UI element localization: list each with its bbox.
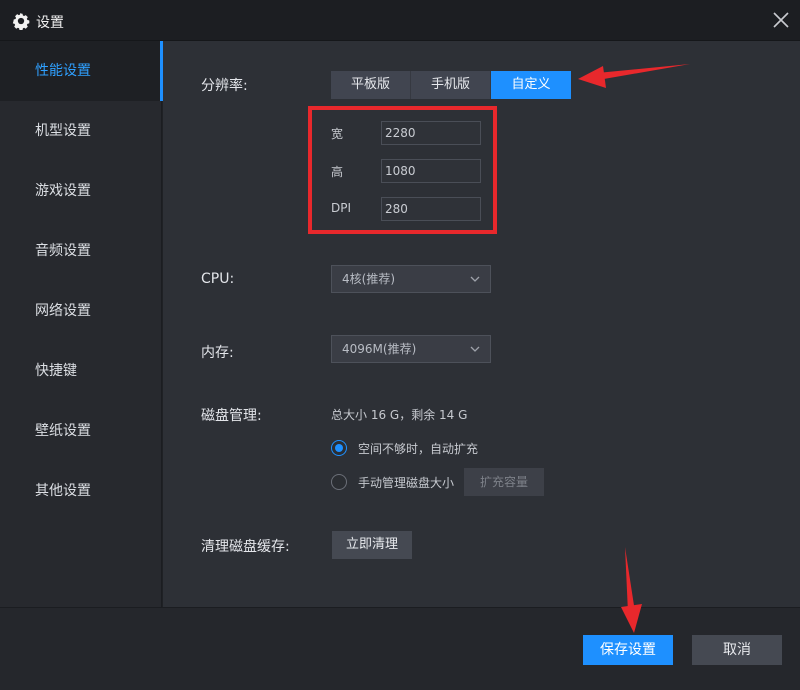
disk-info: 总大小 16 G，剩余 14 G <box>331 408 468 422</box>
expand-capacity-button[interactable]: 扩充容量 <box>464 468 544 496</box>
memory-select-value: 4096M(推荐) <box>342 342 417 356</box>
memory-select[interactable]: 4096M(推荐) <box>331 335 491 363</box>
height-input[interactable] <box>381 159 481 183</box>
dialog-footer: 保存设置 取消 <box>0 607 800 690</box>
cpu-select[interactable]: 4核(推荐) <box>331 265 491 293</box>
width-label: 宽 <box>331 127 344 141</box>
resolution-label: 分辨率: <box>201 78 248 94</box>
resolution-selector: 平板版 手机版 自定义 <box>331 71 571 99</box>
height-label: 高 <box>331 165 344 179</box>
sidebar-item-network[interactable]: 网络设置 <box>0 281 162 341</box>
disk-auto-expand-radio[interactable] <box>331 440 347 456</box>
cancel-button[interactable]: 取消 <box>692 635 782 665</box>
disk-label: 磁盘管理: <box>201 408 262 424</box>
resolution-option-phone[interactable]: 手机版 <box>411 71 491 99</box>
cpu-label: CPU: <box>201 271 235 287</box>
clear-cache-label: 清理磁盘缓存: <box>201 539 290 555</box>
chevron-down-icon <box>470 276 480 282</box>
sidebar-item-device-model[interactable]: 机型设置 <box>0 101 162 161</box>
cpu-select-value: 4核(推荐) <box>342 272 395 286</box>
gear-icon <box>12 12 30 30</box>
width-input[interactable] <box>381 121 481 145</box>
window-title: 设置 <box>36 15 64 31</box>
sidebar-item-shortcuts[interactable]: 快捷键 <box>0 341 162 401</box>
close-icon[interactable] <box>772 11 790 29</box>
sidebar-item-performance[interactable]: 性能设置 <box>0 41 163 101</box>
dpi-input[interactable] <box>381 197 481 221</box>
title-bar: 设置 <box>0 0 800 41</box>
disk-auto-expand-label: 空间不够时，自动扩充 <box>358 442 479 456</box>
sidebar-item-other[interactable]: 其他设置 <box>0 461 162 521</box>
sidebar-item-game[interactable]: 游戏设置 <box>0 161 162 221</box>
resolution-option-tablet[interactable]: 平板版 <box>331 71 411 99</box>
disk-manual-label: 手动管理磁盘大小 <box>358 476 455 490</box>
clear-cache-button[interactable]: 立即清理 <box>332 531 412 559</box>
settings-sidebar: 性能设置 机型设置 游戏设置 音频设置 网络设置 快捷键 壁纸设置 其他设置 <box>0 41 163 607</box>
sidebar-item-audio[interactable]: 音频设置 <box>0 221 162 281</box>
settings-panel: 分辨率: 平板版 手机版 自定义 宽 高 DPI CPU: 4核(推荐) 内存:… <box>163 41 800 607</box>
chevron-down-icon <box>470 346 480 352</box>
disk-manual-radio[interactable] <box>331 474 347 490</box>
save-settings-button[interactable]: 保存设置 <box>583 635 673 665</box>
dpi-label: DPI <box>331 201 352 215</box>
resolution-option-custom[interactable]: 自定义 <box>491 71 571 99</box>
sidebar-item-wallpaper[interactable]: 壁纸设置 <box>0 401 162 461</box>
memory-label: 内存: <box>201 345 234 361</box>
